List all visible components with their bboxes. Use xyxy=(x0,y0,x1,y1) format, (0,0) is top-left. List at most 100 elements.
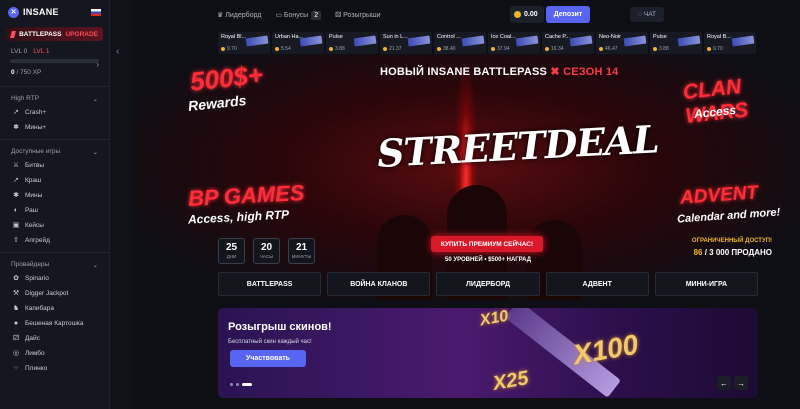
timer-unit: ДНИ xyxy=(226,254,237,259)
balance-value: 0.00 xyxy=(524,11,538,18)
chevron-left-icon[interactable]: ‹ xyxy=(116,46,119,57)
top-nav: ♛ Лидерборд ▭ Бонусы 2 ⚄ Розыгрыши xyxy=(217,11,381,20)
sold-count: 86 xyxy=(693,248,703,257)
sidebar-section-header[interactable]: Доступные игры ⌄ xyxy=(0,144,109,158)
timer-value: 21 xyxy=(295,242,308,253)
hero-tab[interactable]: ЛИДЕРБОРД xyxy=(436,272,540,296)
top-bar: ♛ Лидерборд ▭ Бонусы 2 ⚄ Розыгрыши xyxy=(132,0,800,30)
xp-progress-bar xyxy=(10,59,99,63)
drop-card[interactable]: Control ... 38.40 xyxy=(434,32,486,54)
balance-display[interactable]: 0.00 xyxy=(510,6,544,23)
sidebar-item[interactable]: ♞ Капибара xyxy=(0,301,109,316)
sidebar-item[interactable]: ↗ Crash+ xyxy=(0,105,109,120)
chevron-down-icon[interactable]: ⌄ xyxy=(93,261,98,269)
drop-price-row: 16.34 xyxy=(545,46,564,52)
nav-leaderboard[interactable]: ♛ Лидерборд xyxy=(217,11,261,19)
timer-unit: МИНУТЫ xyxy=(291,254,312,259)
carousel-dot[interactable] xyxy=(236,383,239,386)
giveaway-banner[interactable]: X10 X100 X25 Розыгрыш скинов! Бесплатный… xyxy=(218,308,758,398)
drop-price: 9.70 xyxy=(227,46,237,52)
sidebar-section-header[interactable]: High RTP ⌄ xyxy=(0,91,109,105)
sidebar-sections: High RTP ⌄ ↗ Crash+ ✱ Мины+ Доступные игры ⌄ ⚔ Би… xyxy=(0,91,109,376)
sidebar-item[interactable]: ⚒ Digger Jackpot xyxy=(0,286,109,301)
drop-card[interactable]: Pulse 3.88 xyxy=(326,32,378,54)
upgrade-link[interactable]: UPGRADE xyxy=(65,31,98,38)
swords-icon: ⚔ xyxy=(12,161,20,169)
drop-card[interactable]: Sun in L... 21.37 xyxy=(380,32,432,54)
sidebar-item[interactable]: ◎ Лимбо xyxy=(0,346,109,361)
arrow-right-icon[interactable]: → xyxy=(734,376,748,390)
language-flag-icon[interactable] xyxy=(91,8,101,16)
nav-bonuses[interactable]: ▭ Бонусы 2 xyxy=(275,11,322,20)
section-title: Доступные игры xyxy=(11,148,61,155)
section-title: High RTP xyxy=(11,95,40,102)
brand-logo[interactable]: ✕ INSANE xyxy=(0,0,109,24)
sidebar-item[interactable]: ✱ Мины+ xyxy=(0,120,109,135)
sidebar-item-label: Плинко xyxy=(25,365,48,372)
sidebar-collapse[interactable]: ‹ xyxy=(110,0,132,409)
drop-card[interactable]: Royal B... 9.70 xyxy=(704,32,756,54)
chevron-right-icon[interactable]: › xyxy=(96,60,99,69)
limbo-icon: ◎ xyxy=(12,349,20,357)
participate-button[interactable]: Участвовать xyxy=(230,350,306,367)
chat-button[interactable]: ◌ ЧАТ xyxy=(630,7,664,22)
drop-card[interactable]: Royal Bl... 9.70 xyxy=(218,32,270,54)
sidebar-item[interactable]: ⚔ Битвы xyxy=(0,158,109,173)
case-icon: ▣ xyxy=(12,221,20,229)
drop-card[interactable]: Urban Ha... 5.54 xyxy=(272,32,324,54)
drop-name: Pulse xyxy=(653,34,667,40)
giveaway-title: Розыгрыш скинов! xyxy=(228,321,332,333)
hero-tab[interactable]: АДВЕНТ xyxy=(545,272,649,296)
carousel-dot[interactable] xyxy=(230,383,233,386)
weapon-skin-icon xyxy=(461,35,485,47)
rewards-amount: 500$+ xyxy=(188,59,265,97)
sidebar-item-label: Spinario xyxy=(25,275,49,282)
drop-card[interactable]: Cache P... 16.34 xyxy=(542,32,594,54)
sidebar-item[interactable]: ⁘ Плинко xyxy=(0,361,109,376)
battlepass-hero[interactable]: НОВЫЙ INSANE BATTLEPASS ✖ СЕЗОН 14 STREE… xyxy=(132,55,800,300)
timer-value: 25 xyxy=(225,242,238,253)
potato-icon: ● xyxy=(13,319,19,327)
buy-premium-button[interactable]: КУПИТЬ ПРЕМИУМ СЕЙЧАС! xyxy=(431,236,543,252)
deposit-button[interactable]: Депозит xyxy=(546,6,590,23)
battlepass-card[interactable]: BATTLEPASS UPGRADE xyxy=(6,27,103,41)
sidebar-item[interactable]: ◐ Раш xyxy=(0,203,109,218)
drop-card[interactable]: Pulse 3.88 xyxy=(650,32,702,54)
arrow-left-icon[interactable]: ← xyxy=(717,376,731,390)
timer-value: 20 xyxy=(260,242,273,253)
drop-name: Royal B... xyxy=(707,34,731,40)
sidebar-item[interactable]: ● Бешеная Картошка xyxy=(0,316,109,331)
sidebar-item-label: Кейсы xyxy=(25,222,44,229)
sidebar-item[interactable]: ✿ Spinario xyxy=(0,271,109,286)
level-next: LVL 1 xyxy=(33,48,50,55)
sidebar-item[interactable]: ✱ Мины xyxy=(0,188,109,203)
weapon-skin-icon xyxy=(245,35,269,47)
chevron-down-icon[interactable]: ⌄ xyxy=(93,148,98,156)
bonus-count-badge: 2 xyxy=(311,11,322,20)
drop-card[interactable]: Neo-Noir 46.47 xyxy=(596,32,648,54)
timer-box: 25 ДНИ xyxy=(218,238,245,264)
drop-price-row: 9.70 xyxy=(707,46,723,52)
nav-giveaways[interactable]: ⚄ Розыгрыши xyxy=(335,11,380,19)
level-current: LVL 0 xyxy=(11,48,28,55)
battlepass-icon xyxy=(10,30,17,38)
drop-card[interactable]: Ice Coal... 37.94 xyxy=(488,32,540,54)
hero-title-text: НОВЫЙ INSANE BATTLEPASS xyxy=(380,66,548,78)
hero-tab[interactable]: ВОЙНА КЛАНОВ xyxy=(327,272,431,296)
sidebar-section-header[interactable]: Провайдеры ⌄ xyxy=(0,257,109,271)
carousel-dot-active[interactable] xyxy=(242,383,252,386)
sidebar-item[interactable]: ▣ Кейсы xyxy=(0,218,109,233)
hero-tab[interactable]: МИНИ-ИГРА xyxy=(654,272,759,296)
coin-icon xyxy=(437,47,441,51)
hero-tab[interactable]: BATTLEPASS xyxy=(218,272,322,296)
drop-price-row: 46.47 xyxy=(599,46,618,52)
weapon-skin-icon xyxy=(515,35,539,47)
sidebar-item-label: Мины+ xyxy=(25,124,47,131)
sidebar-item[interactable]: ⇧ Апгрейд xyxy=(0,233,109,248)
sidebar-item[interactable]: ↗ Краш xyxy=(0,173,109,188)
weapon-skin-icon xyxy=(623,35,647,47)
drop-price: 3.88 xyxy=(335,46,345,52)
chevron-down-icon[interactable]: ⌄ xyxy=(93,95,98,103)
drop-price-row: 9.70 xyxy=(221,46,237,52)
sidebar-item[interactable]: ⚂ Дайс xyxy=(0,331,109,346)
